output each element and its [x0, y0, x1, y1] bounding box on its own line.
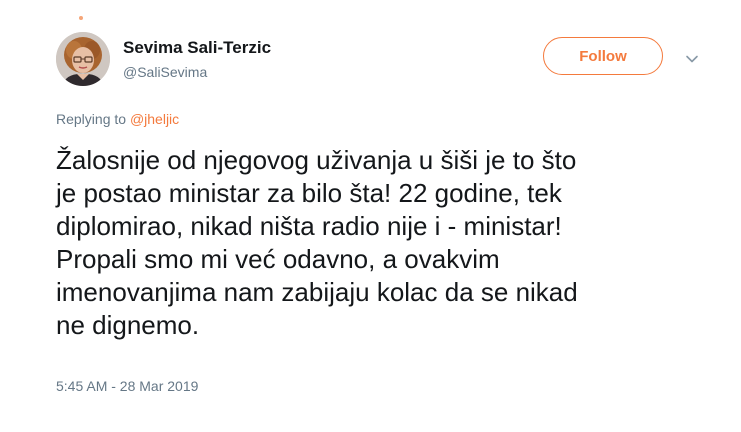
top-accent-dot: [79, 16, 83, 20]
follow-button[interactable]: Follow: [543, 37, 663, 75]
replying-to-line: Replying to @jheljic: [56, 111, 179, 127]
tweet-text-line: diplomirao, nikad ništa radio nije i - m…: [56, 211, 562, 241]
replying-to-prefix: Replying to: [56, 111, 127, 127]
display-name[interactable]: Sevima Sali-Terzic: [123, 38, 271, 58]
tweet-timestamp[interactable]: 5:45 AM - 28 Mar 2019: [56, 378, 198, 394]
reply-mention-link[interactable]: @jheljic: [130, 111, 179, 127]
tweet-text-line: ne dignemo.: [56, 310, 200, 340]
tweet-text: Žalosnije od njegovog uživanja u šiši je…: [56, 144, 726, 342]
profile-photo-icon: [56, 32, 110, 86]
avatar[interactable]: [56, 32, 110, 86]
tweet-text-line: Propali smo mi već odavno, a ovakvim: [56, 244, 500, 274]
tweet-text-line: je postao ministar za bilo šta! 22 godin…: [56, 178, 562, 208]
user-handle[interactable]: @SaliSevima: [123, 64, 207, 80]
tweet-text-line: Žalosnije od njegovog uživanja u šiši je…: [56, 145, 577, 175]
tweet-text-line: imenovanjima nam zabijaju kolac da se ni…: [56, 277, 578, 307]
chevron-down-icon[interactable]: [684, 51, 700, 67]
tweet-card: Sevima Sali-Terzic @SaliSevima Follow Re…: [0, 0, 741, 432]
